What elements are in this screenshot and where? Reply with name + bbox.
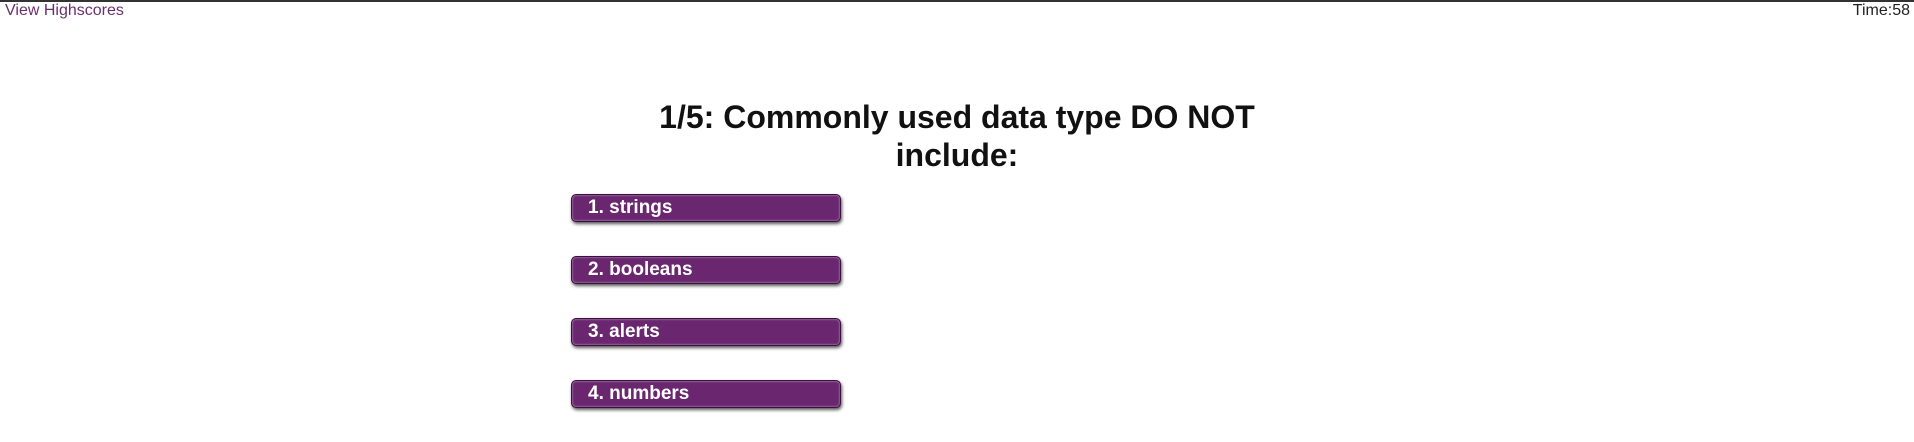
timer: Time:58 (1853, 2, 1910, 20)
view-highscores-link[interactable]: View Highscores (5, 2, 124, 20)
answer-list: 1. strings 2. booleans 3. alerts 4. numb… (571, 194, 843, 442)
answer-button-2[interactable]: 2. booleans (571, 256, 841, 284)
timer-label: Time: (1852, 2, 1893, 19)
answer-button-4[interactable]: 4. numbers (571, 380, 841, 408)
question-text: 1/5: Commonly used data type DO NOT incl… (659, 99, 1255, 173)
timer-value: 58 (1892, 2, 1910, 19)
answer-button-3[interactable]: 3. alerts (571, 318, 841, 346)
header-bar: View Highscores Time:58 (0, 2, 1914, 22)
answer-button-1[interactable]: 1. strings (571, 194, 841, 222)
